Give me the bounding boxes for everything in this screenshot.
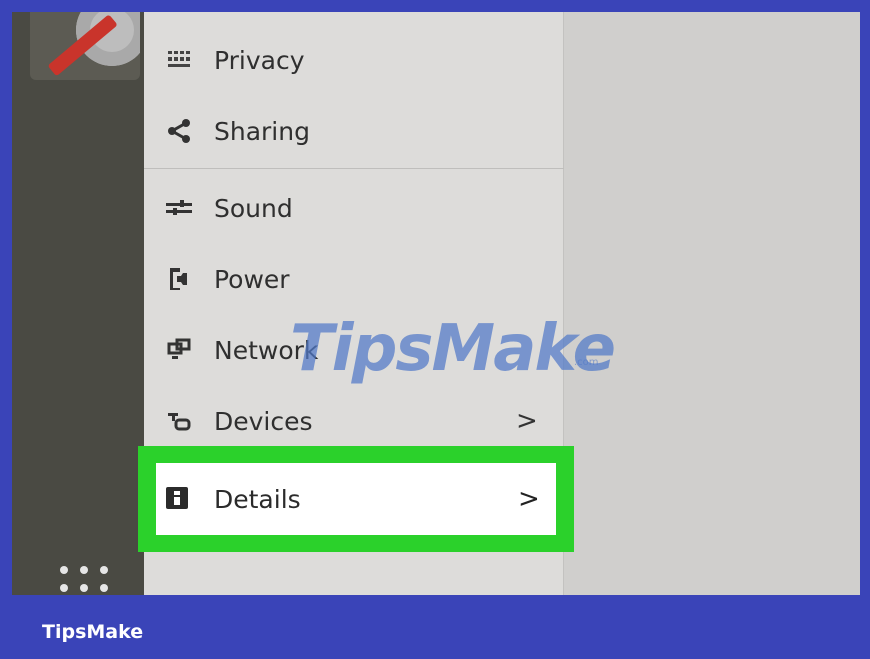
sidebar-item-sound[interactable]: Sound bbox=[144, 173, 564, 243]
settings-app-icon[interactable] bbox=[30, 12, 140, 80]
sidebar-item-power[interactable]: Power bbox=[144, 244, 564, 314]
sidebar-item-label: Devices bbox=[214, 406, 313, 436]
share-icon bbox=[166, 118, 192, 144]
screen: Privacy Sharing Sound Power Network Devi… bbox=[12, 12, 860, 595]
privacy-grid-icon bbox=[166, 47, 192, 73]
sidebar-item-sharing[interactable]: Sharing bbox=[144, 96, 564, 166]
chevron-right-icon: > bbox=[516, 406, 538, 436]
section-divider bbox=[144, 168, 564, 169]
info-icon bbox=[166, 486, 192, 512]
sidebar-item-privacy[interactable]: Privacy bbox=[144, 25, 564, 95]
sliders-icon bbox=[166, 195, 192, 221]
show-applications-icon[interactable] bbox=[60, 566, 112, 592]
sidebar-item-label: Details bbox=[214, 484, 301, 514]
watermark-suffix: .com bbox=[574, 357, 599, 368]
sidebar-item-label: Sound bbox=[214, 193, 293, 223]
sidebar-item-details[interactable]: Details > bbox=[156, 463, 556, 535]
devices-icon bbox=[166, 408, 192, 434]
launcher-dock bbox=[12, 12, 144, 595]
sidebar-item-label: Privacy bbox=[214, 45, 305, 75]
footer-brand: TipsMake bbox=[42, 621, 144, 643]
network-icon bbox=[166, 337, 192, 363]
watermark: TipsMake bbox=[290, 312, 616, 386]
sidebar-item-label: Power bbox=[214, 264, 290, 294]
power-plug-icon bbox=[166, 266, 192, 292]
sidebar-item-label: Sharing bbox=[214, 116, 310, 146]
chevron-right-icon: > bbox=[518, 484, 540, 514]
